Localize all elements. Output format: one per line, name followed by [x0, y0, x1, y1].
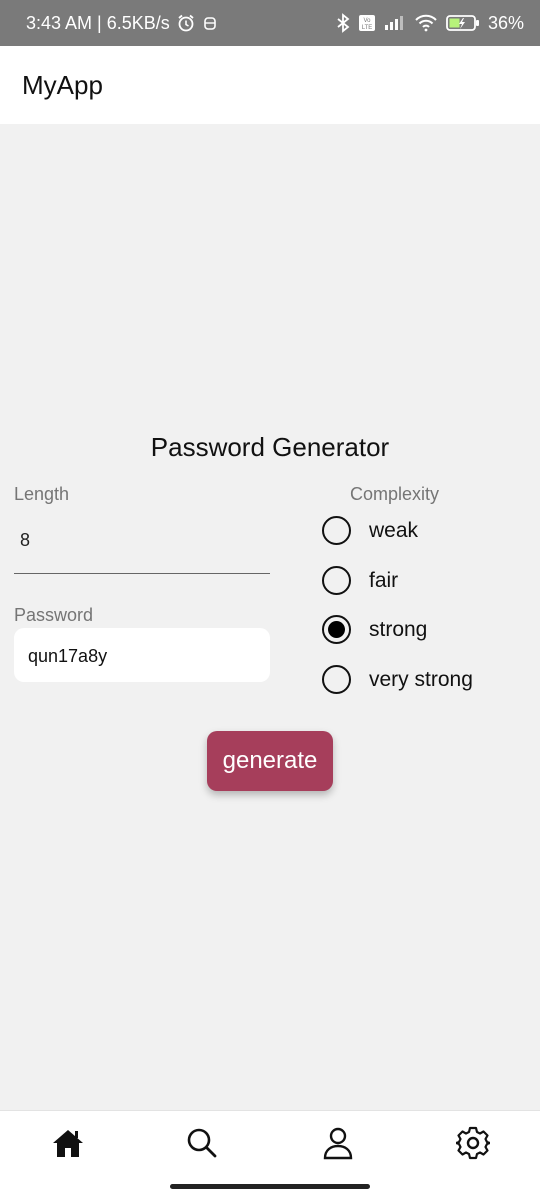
search-icon	[186, 1127, 218, 1164]
radio-button[interactable]	[322, 516, 351, 545]
complexity-option-weak[interactable]: weak	[322, 516, 418, 545]
settings-icon	[454, 1126, 492, 1165]
radio-label: strong	[369, 617, 428, 641]
nav-settings[interactable]	[453, 1125, 493, 1165]
radio-button[interactable]	[322, 665, 351, 694]
status-time: 3:43 AM | 6.5KB/s	[26, 12, 170, 33]
app-title: MyApp	[22, 69, 103, 100]
svg-text:Vo: Vo	[363, 18, 371, 24]
app-bar: MyApp	[0, 46, 540, 124]
bluetooth-icon	[336, 13, 350, 33]
nav-search[interactable]	[182, 1125, 222, 1165]
home-icon	[51, 1127, 85, 1164]
complexity-label: Complexity	[350, 484, 440, 504]
radio-selected-dot	[328, 621, 345, 638]
length-input[interactable]: 8	[14, 520, 270, 574]
battery-icon	[446, 14, 480, 32]
battery-percentage: 36%	[487, 12, 524, 33]
radio-label: weak	[369, 518, 419, 542]
radio-label: very strong	[369, 667, 473, 691]
page-title: Password Generator	[150, 432, 390, 462]
generate-button[interactable]: generate	[207, 731, 333, 791]
notification-icon	[202, 14, 218, 32]
profile-icon	[322, 1126, 354, 1165]
password-field[interactable]: qun17a8y	[14, 628, 270, 682]
status-bar: 3:43 AM | 6.5KB/s Vo LTE 36%	[0, 0, 540, 46]
home-indicator[interactable]	[170, 1184, 370, 1189]
radio-label: fair	[369, 568, 399, 592]
nav-profile[interactable]	[318, 1125, 358, 1165]
complexity-option-very-strong[interactable]: very strong	[322, 665, 473, 694]
radio-button[interactable]	[322, 566, 351, 595]
complexity-option-fair[interactable]: fair	[322, 566, 398, 595]
password-label: Password	[14, 605, 94, 625]
nav-home[interactable]	[48, 1125, 88, 1165]
radio-button-selected[interactable]	[322, 615, 351, 644]
signal-icon	[384, 15, 406, 31]
complexity-option-strong[interactable]: strong	[322, 615, 427, 644]
wifi-icon	[414, 14, 438, 32]
svg-text:LTE: LTE	[362, 25, 373, 31]
alarm-icon	[176, 13, 196, 33]
volte-icon: Vo LTE	[358, 14, 376, 32]
length-label: Length	[14, 484, 70, 504]
